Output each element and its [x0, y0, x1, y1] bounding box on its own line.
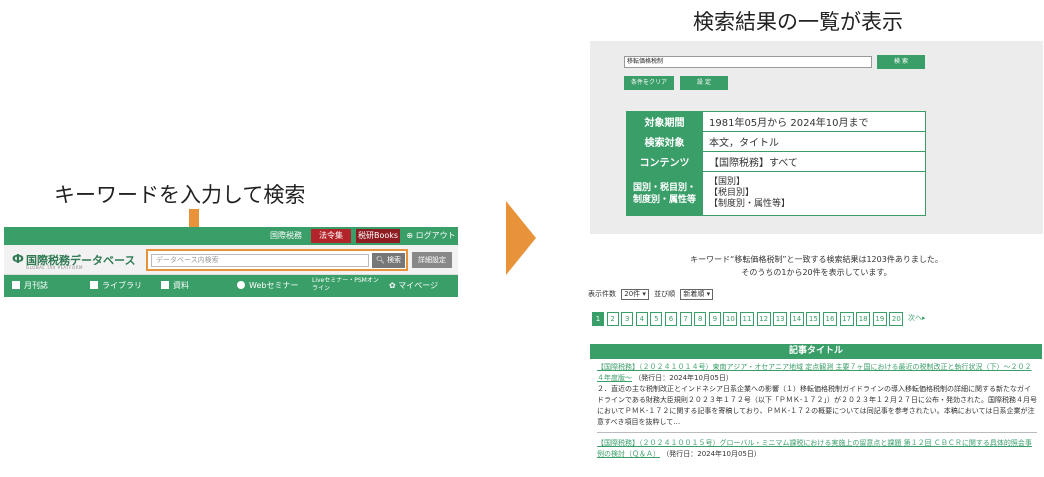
- page-button[interactable]: 14: [789, 312, 804, 326]
- page-button[interactable]: 9: [708, 312, 721, 326]
- logout-icon: ⊕: [406, 231, 416, 240]
- sort-controls: 表示件数 20件 ▾ 並び順 新着順 ▾: [588, 289, 716, 300]
- condition-label: 国別・税目別・ 制度別・属性等: [626, 171, 703, 216]
- search-button[interactable]: 🔍︎ 検索: [372, 253, 405, 268]
- page-button[interactable]: 3: [621, 312, 634, 326]
- count-select[interactable]: 20件 ▾: [621, 289, 649, 300]
- search-box-highlight: データベース内検索 🔍︎ 検索: [146, 249, 408, 271]
- site-header: 国際税務 法令集 税研Books ⊕ ログアウト Ф 国際税務データベース GL…: [4, 227, 458, 297]
- clear-conditions-button[interactable]: 条件をクリア: [624, 76, 674, 90]
- site-logo-subtitle: GLOBAL TAX PLATFORM: [26, 265, 83, 270]
- nav-item-documents[interactable]: 資料: [161, 280, 189, 291]
- chevron-down-icon: ▾: [642, 290, 646, 298]
- detail-settings-button[interactable]: 詳細設定: [412, 252, 452, 268]
- nav-item-live-seminar[interactable]: Liveセミナー・PSMオンライン: [312, 277, 382, 293]
- page-button[interactable]: 5: [650, 312, 663, 326]
- caption-enter-keyword: キーワードを入力して検索: [54, 183, 306, 207]
- page-button[interactable]: 6: [665, 312, 677, 326]
- article-title-header: 記事タイトル: [590, 344, 1042, 359]
- page-button[interactable]: 1: [592, 312, 604, 326]
- keyword-input[interactable]: 移転価格税制: [624, 56, 872, 68]
- condition-label: 検索対象: [626, 131, 703, 152]
- play-icon: [237, 281, 245, 289]
- top-link-kokusai-zeimu[interactable]: 国際税務: [266, 229, 306, 243]
- article-date: （発行日：2024年10月05日）: [662, 450, 761, 458]
- gear-icon: ✿: [389, 281, 399, 290]
- top-link-zeiken-books[interactable]: 税研Books: [356, 229, 400, 243]
- condition-row: 国別・税目別・ 制度別・属性等 【国別】 【税目別】 【制度別・属性等】: [626, 171, 926, 216]
- logout-link[interactable]: ⊕ ログアウト: [404, 229, 458, 243]
- conditions-table: 対象期間 1981年05月から 2024年10月まで 検索対象 本文，タイトル …: [626, 111, 926, 216]
- next-page-link[interactable]: 次へ▸: [908, 313, 926, 323]
- condition-label: コンテンツ: [626, 151, 703, 172]
- caption-results-shown: 検索結果の一覧が表示: [693, 10, 903, 34]
- article-excerpt: ２．直近の主な税制改正とインドネシア日系企業への影響（１）移転価格税制ガイドライ…: [597, 385, 1037, 426]
- page-button[interactable]: 4: [635, 312, 648, 326]
- order-label: 並び順: [654, 290, 676, 298]
- page-button[interactable]: 2: [606, 312, 619, 326]
- page-button[interactable]: 11: [740, 312, 754, 326]
- chevron-down-icon: ▾: [706, 290, 711, 298]
- condition-label: 対象期間: [626, 111, 703, 132]
- condition-row: コンテンツ 【国際税務】すべて: [626, 151, 926, 172]
- list-item: 【国際税務】（２０２４１０１４号）東南アジア・オセアニア地域 定点観測 主要７ヶ…: [597, 362, 1037, 428]
- library-icon: [90, 281, 98, 289]
- search-input[interactable]: データベース内検索: [151, 254, 369, 267]
- site-logo-icon: Ф: [12, 252, 24, 266]
- book-icon: [12, 281, 20, 289]
- search-icon: 🔍︎: [375, 256, 388, 264]
- nav-item-library[interactable]: ライブラリ: [90, 280, 142, 291]
- page-button[interactable]: 15: [806, 312, 821, 326]
- condition-value: 1981年05月から 2024年10月まで: [702, 111, 926, 132]
- result-count-message: キーワード“移転価格税制”と一致する検索結果は1203件ありました。 そのうちの…: [690, 255, 943, 277]
- document-icon: [161, 281, 169, 289]
- page-button[interactable]: 7: [679, 312, 692, 326]
- page-button[interactable]: 17: [839, 312, 854, 326]
- logo-search-row: Ф 国際税務データベース GLOBAL TAX PLATFORM データベース内…: [4, 245, 458, 275]
- main-nav: 月刊誌 ライブラリ 資料 Webセミナー Liveセミナー・PSMオンライン ✿…: [4, 275, 458, 297]
- page-button[interactable]: 19: [872, 312, 887, 326]
- search-button[interactable]: 検 索: [877, 55, 925, 69]
- top-link-bar: 国際税務 法令集 税研Books ⊕ ログアウト: [4, 227, 458, 245]
- page-button[interactable]: 16: [823, 312, 837, 326]
- search-condition-panel: 移転価格税制 検 索 条件をクリア 設 定 対象期間 1981年05月から 20…: [590, 41, 1043, 234]
- condition-row: 対象期間 1981年05月から 2024年10月まで: [626, 111, 926, 132]
- page-button[interactable]: 13: [773, 312, 788, 326]
- order-select[interactable]: 新着順 ▾: [680, 289, 714, 300]
- condition-value: 【国別】 【税目別】 【制度別・属性等】: [702, 171, 926, 216]
- article-list: 【国際税務】（２０２４１０１４号）東南アジア・オセアニア地域 定点観測 主要７ヶ…: [597, 362, 1037, 460]
- divider: [597, 432, 1037, 433]
- page-button[interactable]: 18: [856, 312, 871, 326]
- nav-item-web-seminar[interactable]: Webセミナー: [237, 280, 298, 291]
- condition-value: 【国際税務】すべて: [702, 151, 926, 172]
- nav-item-mypage[interactable]: ✿ マイページ: [389, 280, 438, 291]
- article-date: （発行日：2024年10月05日）: [634, 374, 733, 382]
- page-button[interactable]: 20: [889, 312, 904, 326]
- chevron-right-icon: [506, 201, 536, 275]
- page-button[interactable]: 12: [756, 312, 771, 326]
- page-button[interactable]: 8: [694, 312, 707, 326]
- list-item: 【国際税務】（２０２４１００１５号）グローバル・ミニマム課税における実施上の留意…: [597, 438, 1037, 460]
- settings-button[interactable]: 設 定: [680, 76, 728, 90]
- condition-row: 検索対象 本文，タイトル: [626, 131, 926, 152]
- page-button[interactable]: 10: [723, 312, 738, 326]
- count-label: 表示件数: [588, 290, 616, 298]
- top-link-houreishu[interactable]: 法令集: [311, 229, 351, 243]
- condition-value: 本文，タイトル: [702, 131, 926, 152]
- nav-item-monthly[interactable]: 月刊誌: [12, 280, 48, 291]
